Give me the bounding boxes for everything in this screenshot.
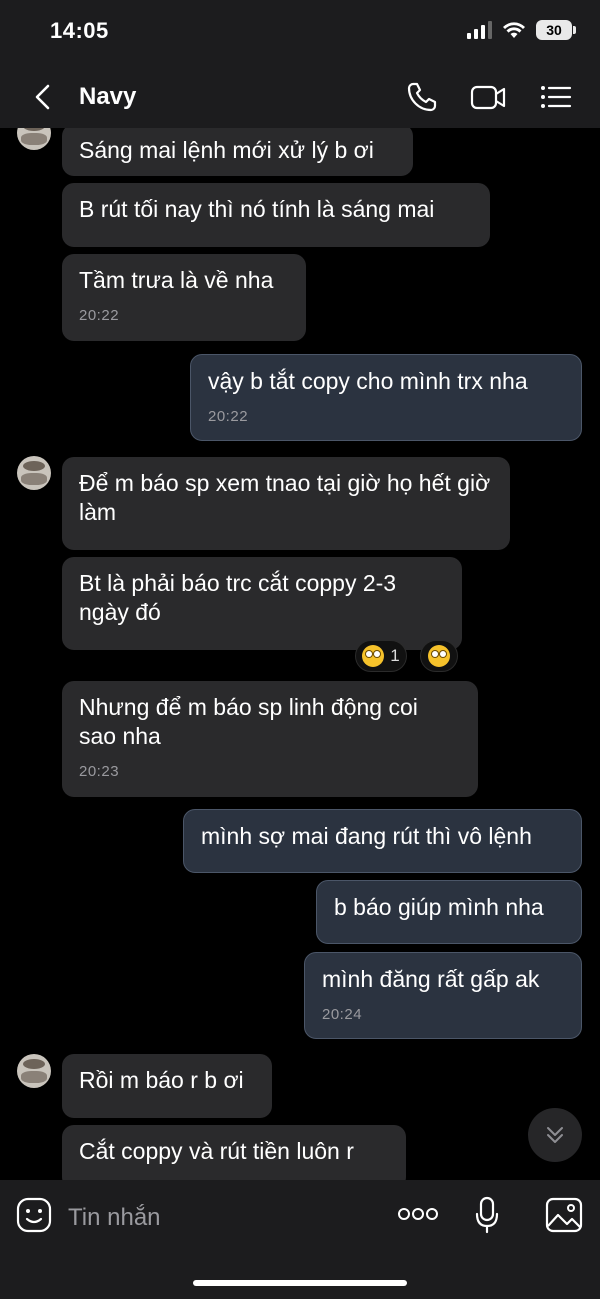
message-bubble[interactable]: Rồi m báo r b ơi (62, 1054, 272, 1118)
battery-indicator: 30 (536, 20, 576, 40)
scroll-to-bottom-button[interactable] (528, 1108, 582, 1162)
message-text: b báo giúp mình nha (334, 894, 544, 920)
surprised-face-emoji-icon (362, 645, 385, 667)
surprised-face-emoji-icon (428, 645, 450, 667)
reaction-count: 1 (390, 646, 400, 665)
phone-call-icon[interactable] (405, 80, 441, 114)
message-text: mình đăng rất gấp ak (322, 966, 540, 992)
message-bubble[interactable]: Bt là phải báo trc cắt coppy 2-3 ngày đó (62, 557, 462, 650)
more-options-icon[interactable] (397, 1206, 439, 1222)
contact-name[interactable]: Navy (79, 83, 136, 111)
message-timestamp: 20:22 (208, 408, 249, 425)
message-bubble[interactable]: Tầm trưa là về nha 20:22 (62, 254, 306, 341)
message-input[interactable] (68, 1198, 368, 1238)
message-bubble[interactable]: mình đăng rất gấp ak 20:24 (304, 952, 582, 1039)
message-bubble[interactable]: Nhưng để m báo sp linh động coi sao nha … (62, 681, 478, 797)
double-chevron-down-icon (547, 1127, 563, 1143)
home-indicator (193, 1280, 407, 1286)
message-timestamp: 20:24 (322, 1006, 363, 1023)
message-text: Sáng mai lệnh mới xử lý b ơi (79, 137, 374, 163)
message-text: Cắt coppy và rút tiền luôn r (79, 1138, 354, 1164)
message-bubble[interactable]: b báo giúp mình nha (316, 880, 582, 944)
contact-avatar[interactable] (17, 128, 51, 150)
image-gallery-icon[interactable] (545, 1197, 583, 1233)
status-icons: 30 (466, 20, 576, 40)
microphone-icon[interactable] (474, 1196, 500, 1234)
message-text: Để m báo sp xem tnao tại giờ họ hết giờ … (79, 470, 491, 525)
message-text: Rồi m báo r b ơi (79, 1067, 244, 1093)
status-bar: 14:05 30 (0, 0, 600, 64)
message-text: vậy b tắt copy cho mình trx nha (208, 368, 528, 394)
signal-icon (467, 21, 492, 39)
video-call-icon[interactable] (470, 80, 506, 114)
reaction-count-badge[interactable]: 1 (355, 640, 407, 672)
message-bubble[interactable]: vậy b tắt copy cho mình trx nha 20:22 (190, 354, 582, 441)
message-bubble[interactable]: mình sợ mai đang rút thì vô lệnh (183, 809, 582, 873)
message-text: B rút tối nay thì nó tính là sáng mai (79, 196, 435, 222)
message-text: mình sợ mai đang rút thì vô lệnh (201, 823, 532, 849)
add-reaction-button[interactable] (420, 640, 458, 672)
message-bubble[interactable]: Sáng mai lệnh mới xử lý b ơi (62, 128, 413, 176)
message-list[interactable]: Sáng mai lệnh mới xử lý b ơi B rút tối n… (0, 128, 600, 1180)
message-text: Bt là phải báo trc cắt coppy 2-3 ngày đó (79, 570, 397, 625)
message-timestamp: 20:22 (79, 307, 120, 324)
contact-avatar[interactable] (17, 1054, 51, 1088)
message-text: Nhưng để m báo sp linh động coi sao nha (79, 694, 418, 749)
message-timestamp: 20:23 (79, 763, 120, 780)
contact-avatar[interactable] (17, 456, 51, 490)
message-bubble[interactable]: B rút tối nay thì nó tính là sáng mai (62, 183, 490, 247)
message-bubble[interactable]: Để m báo sp xem tnao tại giờ họ hết giờ … (62, 457, 510, 550)
message-bubble[interactable]: Cắt coppy và rút tiền luôn r (62, 1125, 406, 1180)
menu-list-icon[interactable] (538, 80, 574, 114)
status-time: 14:05 (50, 18, 109, 43)
wifi-icon (503, 22, 525, 38)
back-icon[interactable] (28, 82, 58, 112)
sticker-smile-icon[interactable] (16, 1197, 52, 1233)
chat-header: Navy (0, 64, 600, 128)
message-text: Tầm trưa là về nha (79, 267, 274, 293)
